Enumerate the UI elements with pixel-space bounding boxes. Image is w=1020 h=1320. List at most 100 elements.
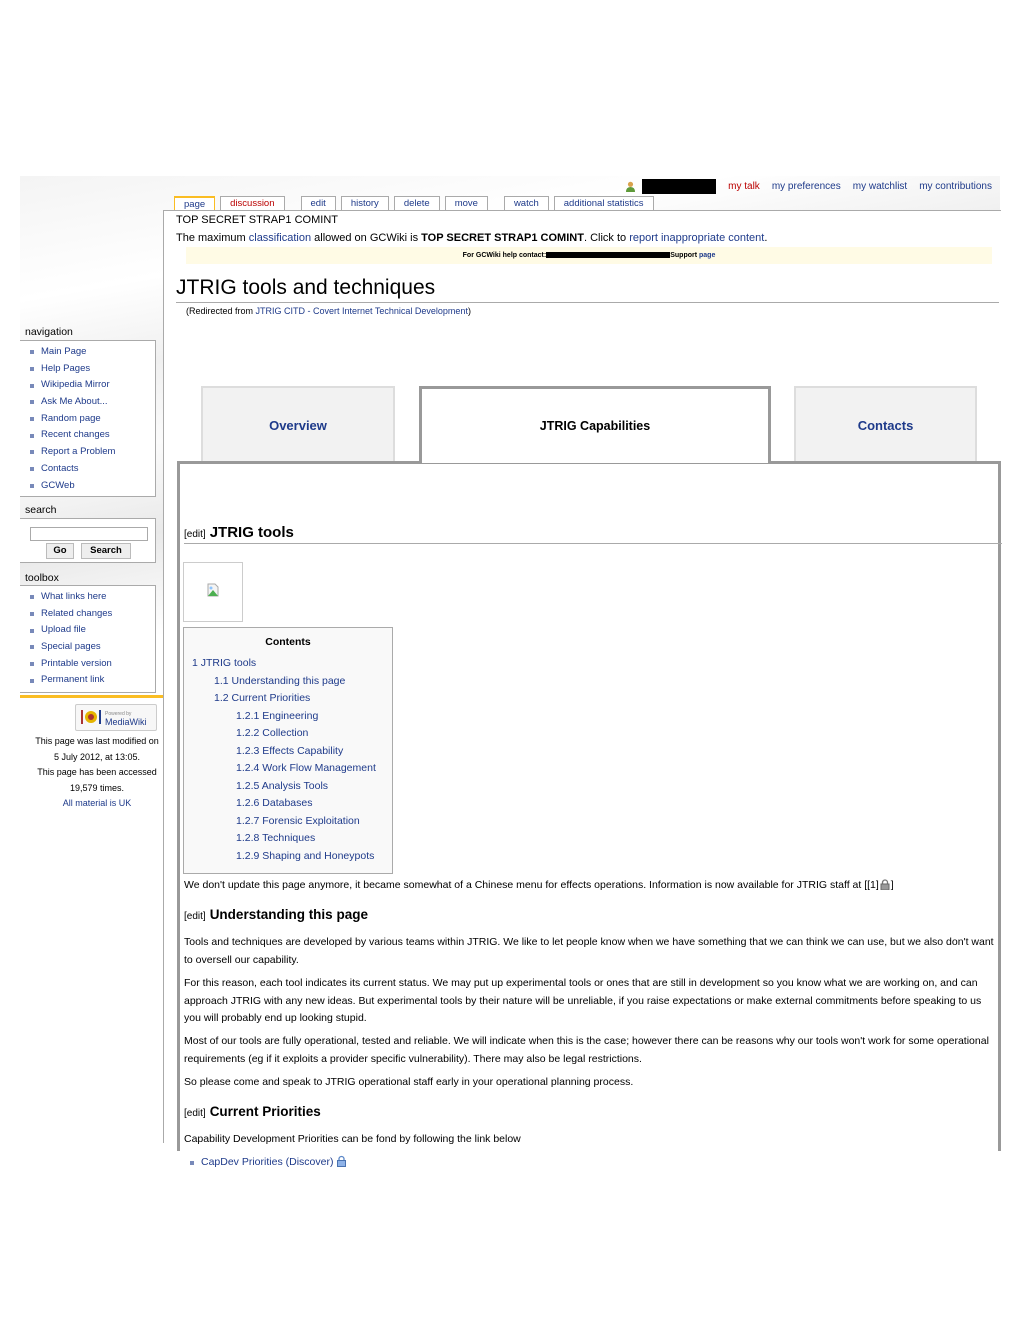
sidebar-nav-item: GCWeb [30, 478, 155, 495]
my-preferences-link[interactable]: my preferences [772, 181, 841, 192]
tab-overview[interactable]: Overview [201, 386, 395, 462]
sidebar-nav-link-help-pages[interactable]: Help Pages [41, 361, 90, 378]
help-text: For GCWiki help contact: [462, 252, 547, 259]
footer-info: This page was last modified on 5 July 20… [32, 734, 162, 812]
toc-item: 1.2.6 Databases [184, 795, 392, 813]
search-input[interactable] [30, 527, 148, 541]
sidebar-nav-link-main-page[interactable]: Main Page [41, 344, 86, 361]
sidebar-nav-item: Random page [30, 411, 155, 428]
edit-section-link[interactable]: [edit] [184, 911, 206, 922]
sidebar-toolbox-item: Special pages [30, 639, 155, 656]
bullet [30, 433, 34, 438]
sidebar-toolbox-link-printable-version[interactable]: Printable version [41, 656, 112, 673]
heading-text: Current Priorities [209, 1104, 321, 1119]
toc-item: 1 JTRIG tools [184, 655, 392, 673]
toc-link[interactable]: 1.1 Understanding this page [214, 675, 345, 687]
classification-link[interactable]: classification [249, 232, 311, 244]
sidebar-nav-link-wikipedia-mirror[interactable]: Wikipedia Mirror [41, 377, 110, 394]
paragraph: Capability Development Priorities can be… [184, 1133, 521, 1145]
classification-level: TOP SECRET STRAP1 COMINT [421, 232, 584, 244]
page-title: JTRIG tools and techniques [176, 275, 999, 303]
tab-history[interactable]: history [340, 196, 389, 211]
bullet [30, 645, 34, 650]
broken-image[interactable] [183, 562, 243, 622]
user-icon [625, 181, 636, 192]
my-talk-link[interactable]: my talk [728, 181, 760, 192]
sidebar-toolbox-link-permanent-link[interactable]: Permanent link [41, 672, 104, 689]
tab-contacts[interactable]: Contacts [794, 386, 977, 462]
edit-section-link[interactable]: [edit] [184, 1108, 206, 1119]
navigation-portlet: Main Page Help Pages Wikipedia Mirror Ask M… [20, 340, 156, 497]
sidebar-nav-link-ask-me-about[interactable]: Ask Me About... [41, 394, 108, 411]
tab-edit[interactable]: edit [300, 196, 336, 211]
bullet [30, 367, 34, 372]
toc-item: 1.2.1 Engineering [184, 708, 392, 726]
search-portlet: Go Search [20, 518, 156, 563]
tab-move[interactable]: move [444, 196, 488, 211]
toc-link[interactable]: 1.2.6 Databases [236, 797, 312, 809]
notice-text: The maximum [176, 232, 249, 244]
bullet [30, 483, 34, 488]
sidebar-nav-link-report-a-problem[interactable]: Report a Problem [41, 444, 115, 461]
sidebar-toolbox-link-related-changes[interactable]: Related changes [41, 606, 112, 623]
notice-text: . [764, 232, 768, 244]
notice-text: allowed on GCWiki is [311, 232, 422, 244]
toc-link[interactable]: 1.2.7 Forensic Exploitation [236, 815, 360, 827]
search-button[interactable]: Search [81, 543, 131, 559]
classification-notice: The maximum classification allowed on GC… [176, 232, 767, 244]
support-page-link[interactable]: page [699, 252, 715, 259]
edit-section-link[interactable]: [edit] [184, 529, 206, 540]
toc-item: 1.2.9 Shaping and Honeypots [184, 848, 392, 866]
paragraph: Tools and techniques are developed by va… [184, 936, 994, 966]
lock-icon [336, 1155, 347, 1174]
redirect-link[interactable]: JTRIG CITD - Covert Internet Technical D… [256, 306, 468, 316]
go-button[interactable]: Go [46, 543, 74, 559]
toc-item: 1.2.8 Techniques [184, 830, 392, 848]
mediawiki-text: MediaWiki [105, 716, 147, 727]
toc-item: 1.1 Understanding this page [184, 673, 392, 691]
sidebar-nav-item: Help Pages [30, 361, 155, 378]
sidebar-nav-item: Wikipedia Mirror [30, 377, 155, 394]
paragraph: So please come and speak to JTRIG operat… [184, 1076, 634, 1088]
my-contributions-link[interactable]: my contributions [919, 181, 992, 192]
help-text: Support [670, 252, 699, 259]
sidebar-nav-link-contacts[interactable]: Contacts [41, 461, 79, 478]
my-watchlist-link[interactable]: my watchlist [853, 181, 907, 192]
deprecation-notice: We don't update this page anymore, it be… [184, 877, 999, 897]
section-heading-current-priorities: [edit] Current Priorities [184, 1104, 321, 1119]
sidebar-toolbox-item: Upload file [30, 622, 155, 639]
powered-by-mediawiki-badge[interactable]: Powered by MediaWiki [75, 704, 157, 731]
toc-link[interactable]: 1.2.2 Collection [236, 727, 308, 739]
report-content-link[interactable]: report inappropriate content [629, 232, 764, 244]
toc-link[interactable]: 1.2.1 Engineering [236, 710, 318, 722]
tab-watch[interactable]: watch [503, 196, 549, 211]
toc-link[interactable]: 1.2.8 Techniques [236, 832, 315, 844]
sidebar-nav-link-random-page[interactable]: Random page [41, 411, 101, 428]
toc-link[interactable]: 1.2 Current Priorities [214, 692, 310, 704]
sidebar-toolbox-link-what-links-here[interactable]: What links here [41, 589, 106, 606]
material-link[interactable]: All material is UK [63, 798, 132, 808]
heading-text: Understanding this page [209, 907, 368, 922]
tab-discussion[interactable]: discussion [220, 196, 285, 211]
toc-link[interactable]: 1.2.4 Work Flow Management [236, 762, 376, 774]
capdev-priorities-link[interactable]: CapDev Priorities (Discover) [201, 1156, 333, 1168]
tab-delete[interactable]: delete [393, 196, 440, 211]
sidebar-nav-link-recent-changes[interactable]: Recent changes [41, 427, 110, 444]
sidebar-nav-link-gcweb[interactable]: GCWeb [41, 478, 75, 495]
toc-link[interactable]: 1.2.5 Analysis Tools [236, 780, 328, 792]
toc-link[interactable]: 1.2.3 Effects Capability [236, 745, 343, 757]
toolbox-portlet: What links here Related changes Upload fil… [20, 585, 156, 693]
toc-link[interactable]: 1.2.9 Shaping and Honeypots [236, 850, 374, 862]
tab-additional-statistics[interactable]: additional statistics [553, 196, 654, 211]
bullet [30, 450, 34, 455]
bullet [30, 467, 34, 472]
username-redacted [642, 178, 717, 194]
toc-link[interactable]: 1 JTRIG tools [192, 657, 256, 669]
bullet [30, 678, 34, 683]
search-heading: search [25, 504, 57, 516]
sidebar-toolbox-link-special-pages[interactable]: Special pages [41, 639, 101, 656]
sidebar-nav-item: Main Page [30, 344, 155, 361]
notice-text: . Click to [583, 232, 630, 244]
tab-jtrig-capabilities[interactable]: JTRIG Capabilities [419, 386, 771, 463]
sidebar-toolbox-link-upload-file[interactable]: Upload file [41, 622, 86, 639]
